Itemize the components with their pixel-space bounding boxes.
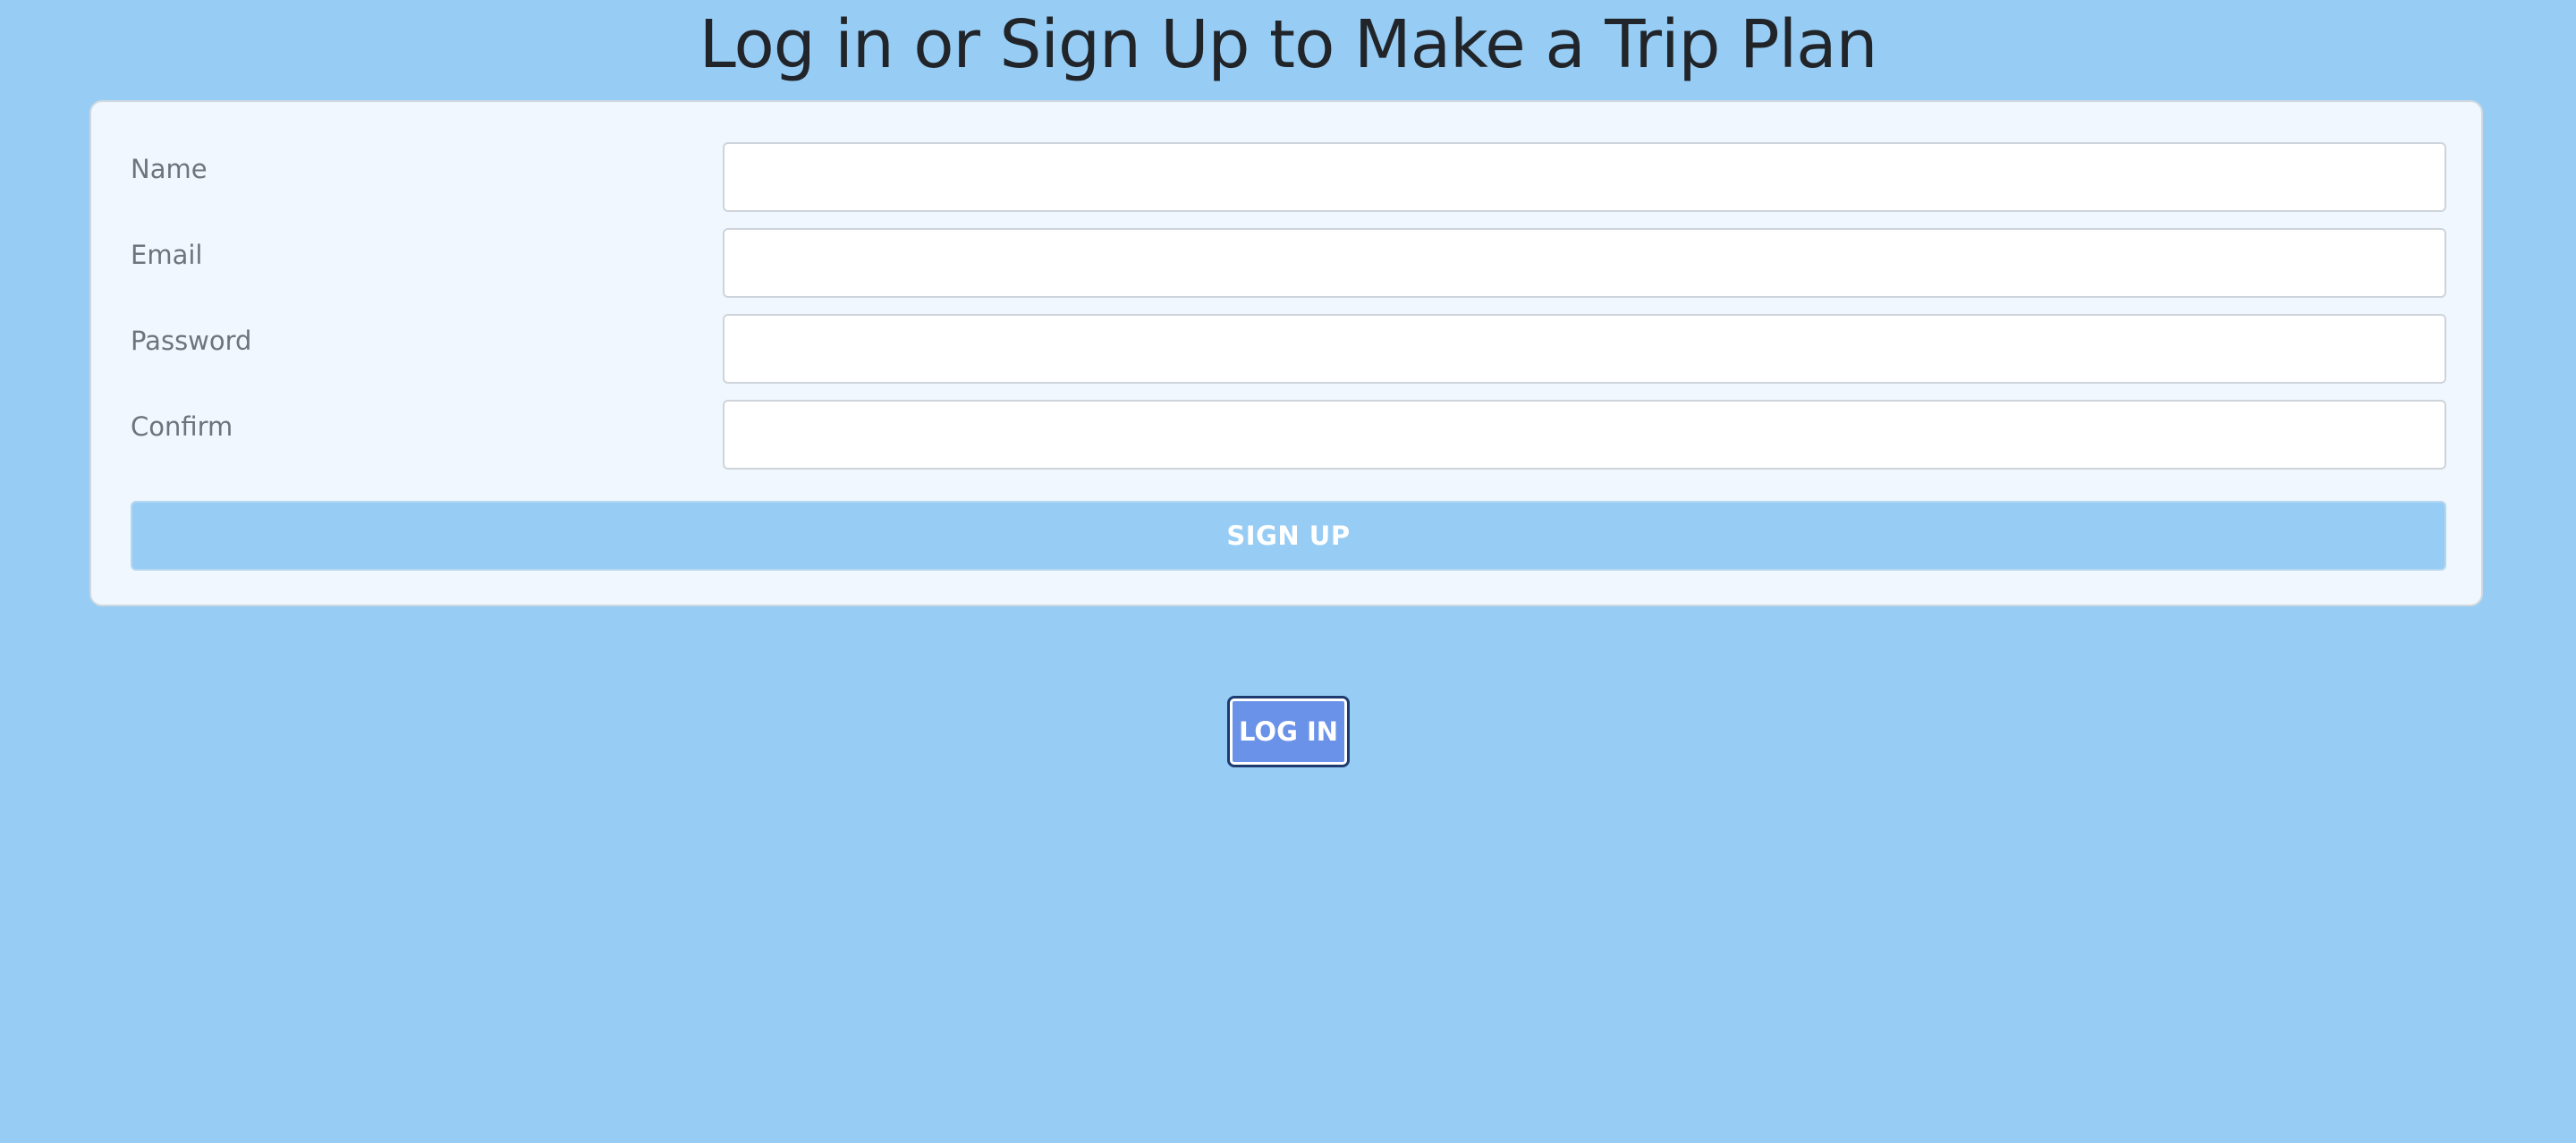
signup-form: Name Email Password Confirm SIGN UP [89, 100, 2483, 606]
confirm-label: Confirm [131, 411, 233, 442]
email-input[interactable] [723, 228, 2446, 298]
sign-up-button[interactable]: SIGN UP [131, 501, 2446, 571]
password-label: Password [131, 326, 252, 356]
name-row: Name [91, 142, 2481, 212]
log-in-button[interactable]: LOG IN [1227, 696, 1350, 767]
confirm-password-input[interactable] [723, 400, 2446, 470]
page-title: Log in or Sign Up to Make a Trip Plan [699, 6, 1878, 83]
page-root: { "page": { "title": "Log in or Sign Up … [0, 0, 2576, 1143]
password-row: Password [91, 314, 2481, 384]
email-label: Email [131, 240, 203, 270]
name-input[interactable] [723, 142, 2446, 212]
confirm-row: Confirm [91, 400, 2481, 470]
name-label: Name [131, 154, 208, 184]
password-input[interactable] [723, 314, 2446, 384]
email-row: Email [91, 228, 2481, 298]
